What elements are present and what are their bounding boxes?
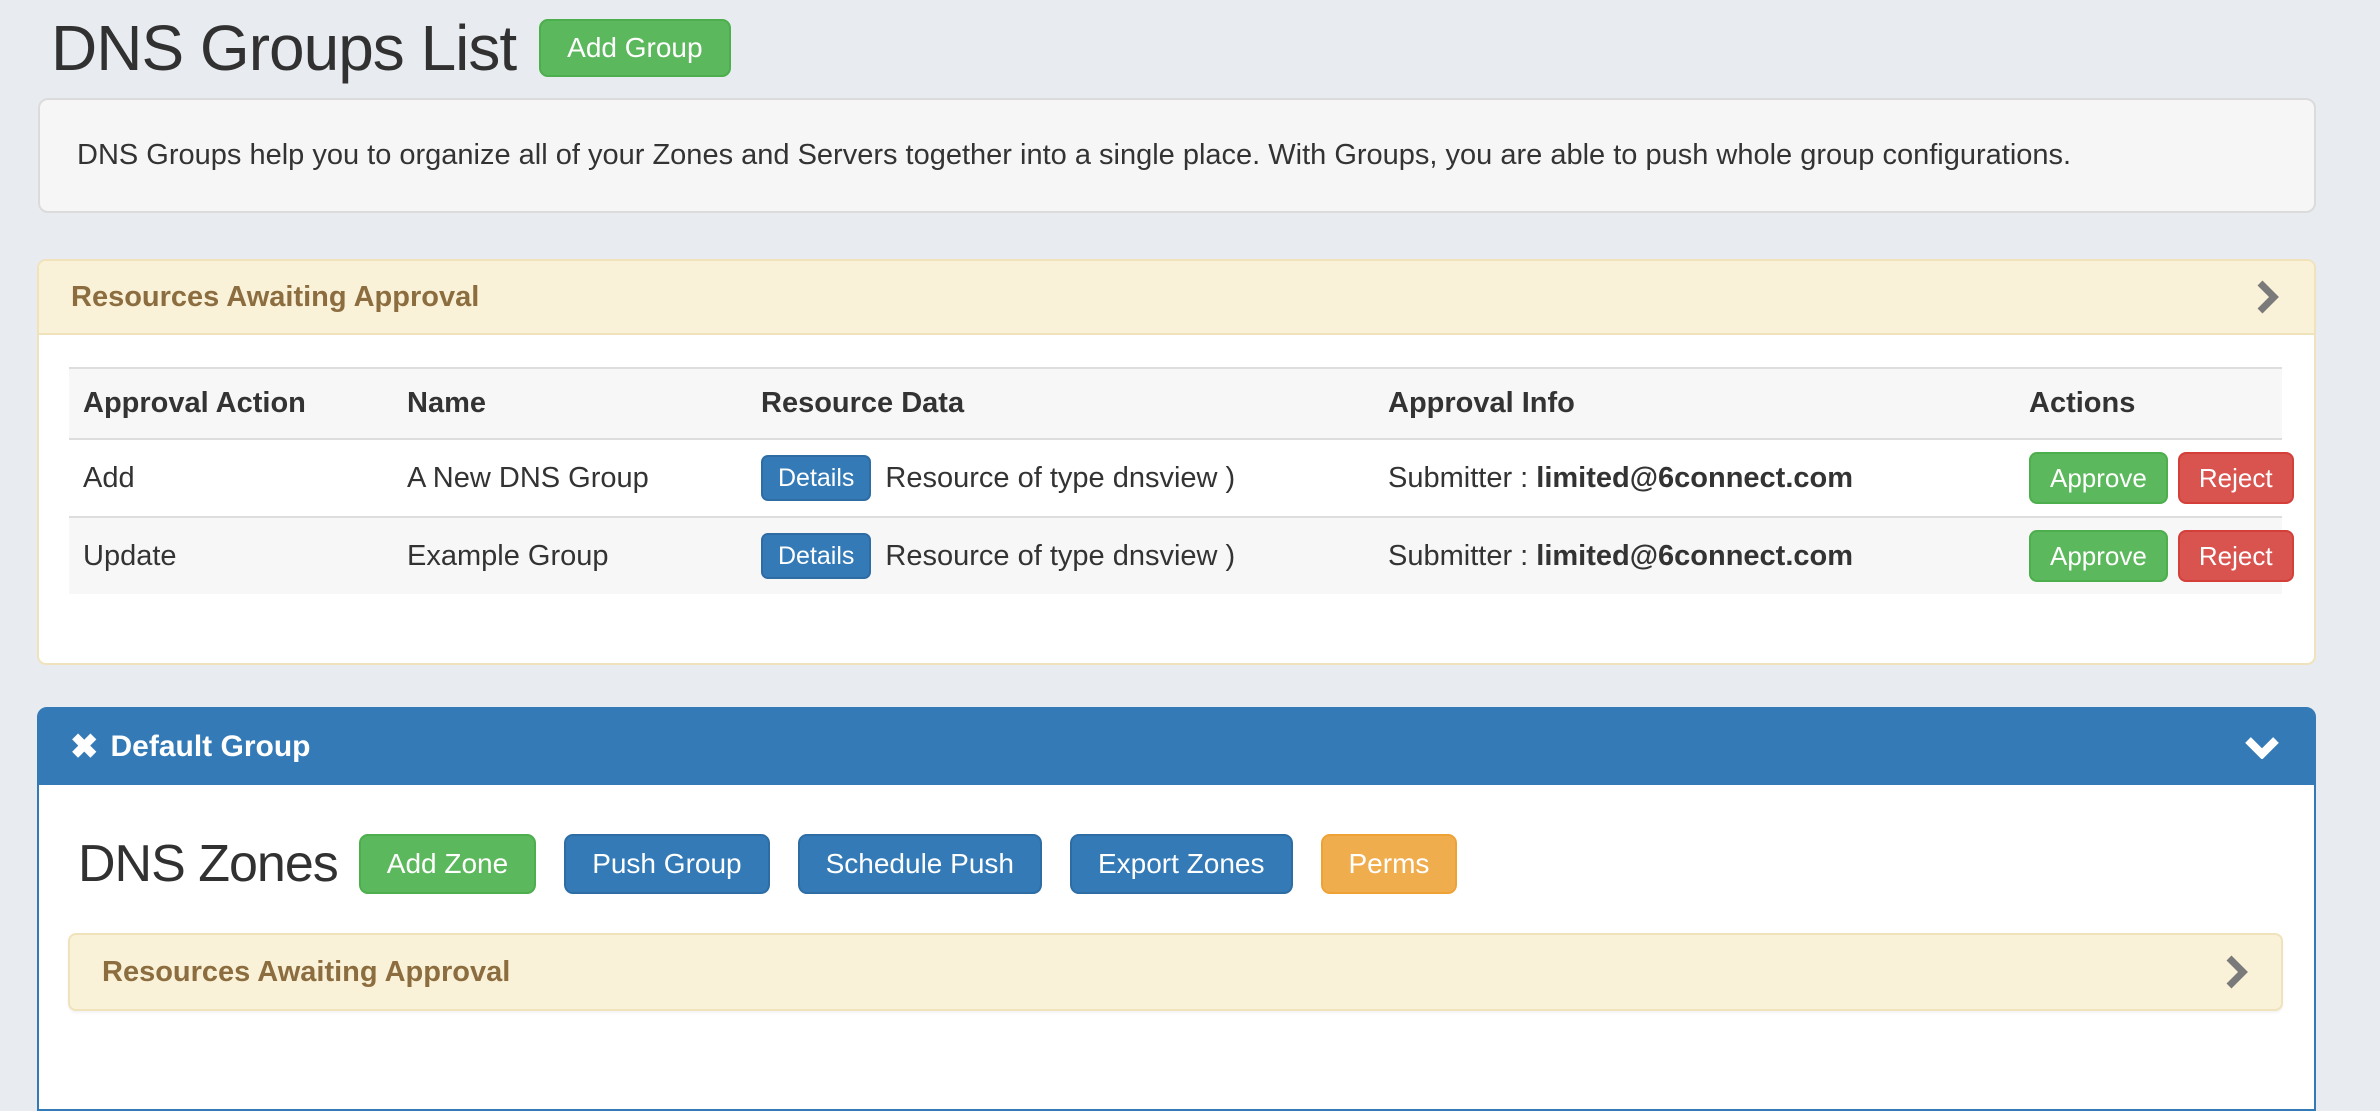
cell-approval-info: Submitter : limited@6connect.com: [1374, 517, 2015, 594]
table-header-row: Approval Action Name Resource Data Appro…: [69, 368, 2282, 439]
col-header-approval-action: Approval Action: [69, 368, 393, 439]
cell-approval-info: Submitter : limited@6connect.com: [1374, 439, 2015, 517]
export-zones-button[interactable]: Export Zones: [1070, 834, 1293, 894]
table-row: Update Example Group Details Resource of…: [69, 517, 2282, 594]
approval-panel-header[interactable]: Resources Awaiting Approval: [39, 261, 2314, 335]
default-group-panel: ✖ Default Group DNS Zones Add Zone Push …: [37, 707, 2316, 1111]
col-header-resource-data: Resource Data: [747, 368, 1374, 439]
cell-name: Example Group: [393, 517, 747, 594]
reject-button[interactable]: Reject: [2178, 530, 2294, 582]
cell-resource-data: Details Resource of type dnsview ): [747, 439, 1374, 517]
details-button[interactable]: Details: [761, 533, 871, 579]
approve-button[interactable]: Approve: [2029, 452, 2168, 504]
approval-panel: Resources Awaiting Approval Approval Act…: [37, 259, 2316, 665]
perms-button[interactable]: Perms: [1321, 834, 1458, 894]
cell-actions: Approve Reject: [2015, 517, 2282, 594]
col-header-actions: Actions: [2015, 368, 2282, 439]
submitter-label: Submitter :: [1388, 462, 1528, 494]
approval-panel-title: Resources Awaiting Approval: [39, 281, 479, 314]
chevron-down-icon[interactable]: [2244, 735, 2280, 759]
add-group-button[interactable]: Add Group: [539, 19, 730, 77]
default-group-header[interactable]: ✖ Default Group: [39, 709, 2314, 785]
approve-button[interactable]: Approve: [2029, 530, 2168, 582]
description-text: DNS Groups help you to organize all of y…: [40, 139, 2071, 172]
submitter-email: limited@6connect.com: [1536, 540, 1853, 572]
chevron-right-icon[interactable]: [2255, 279, 2279, 315]
cell-actions: Approve Reject: [2015, 439, 2282, 517]
table-row: Add A New DNS Group Details Resource of …: [69, 439, 2282, 517]
cell-approval-action: Update: [69, 517, 393, 594]
default-group-title: Default Group: [99, 730, 311, 764]
col-header-approval-info: Approval Info: [1374, 368, 2015, 439]
close-icon[interactable]: ✖: [39, 730, 99, 764]
cell-resource-data: Details Resource of type dnsview ): [747, 517, 1374, 594]
reject-button[interactable]: Reject: [2178, 452, 2294, 504]
chevron-right-icon[interactable]: [2224, 954, 2248, 990]
dns-zones-toolbar: DNS Zones Add Zone Push Group Schedule P…: [68, 834, 2284, 894]
add-zone-button[interactable]: Add Zone: [359, 834, 536, 894]
default-group-body: DNS Zones Add Zone Push Group Schedule P…: [39, 834, 2314, 1011]
page-title: DNS Groups List: [51, 10, 516, 86]
resource-text: Resource of type dnsview ): [885, 540, 1235, 573]
submitter-label: Submitter :: [1388, 540, 1528, 572]
col-header-name: Name: [393, 368, 747, 439]
dns-zones-heading: DNS Zones: [78, 834, 338, 894]
approvals-table: Approval Action Name Resource Data Appro…: [69, 367, 2282, 594]
cell-approval-action: Add: [69, 439, 393, 517]
push-group-button[interactable]: Push Group: [564, 834, 769, 894]
schedule-push-button[interactable]: Schedule Push: [798, 834, 1042, 894]
submitter-email: limited@6connect.com: [1536, 462, 1853, 494]
description-box: DNS Groups help you to organize all of y…: [38, 98, 2316, 213]
approval-panel-body: Approval Action Name Resource Data Appro…: [39, 335, 2314, 594]
details-button[interactable]: Details: [761, 455, 871, 501]
cell-name: A New DNS Group: [393, 439, 747, 517]
resource-text: Resource of type dnsview ): [885, 462, 1235, 495]
page-header: DNS Groups List Add Group: [51, 10, 731, 86]
zones-approval-panel-title: Resources Awaiting Approval: [70, 956, 510, 989]
zones-approval-panel-header[interactable]: Resources Awaiting Approval: [68, 933, 2283, 1011]
